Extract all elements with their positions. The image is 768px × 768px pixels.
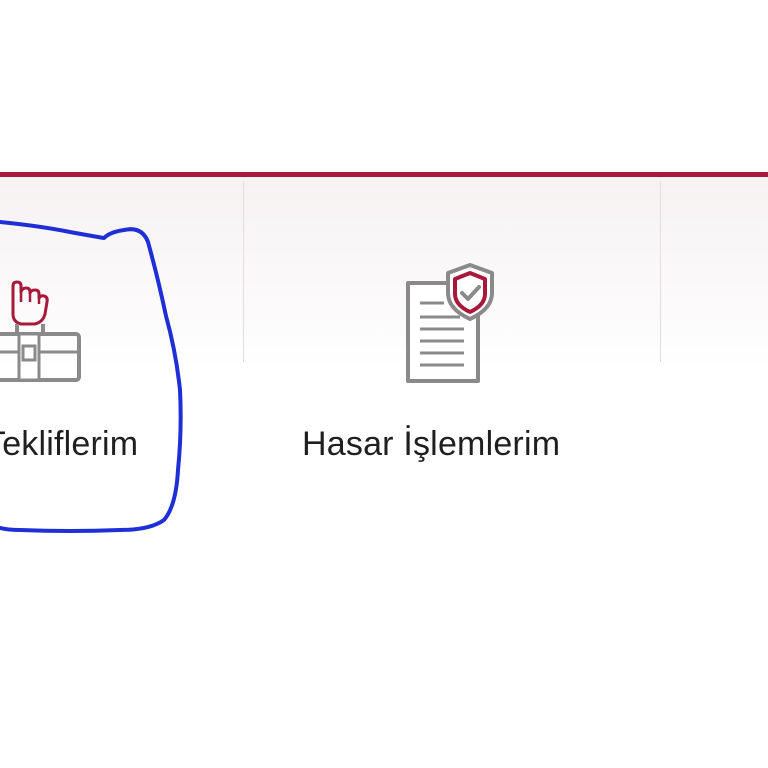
briefcase-hand-icon — [0, 280, 81, 382]
menu-card-offers[interactable]: Tekliflerim — [0, 177, 243, 547]
menu-card-offers-label: Tekliflerim — [0, 425, 139, 463]
menu-card-claims[interactable]: Hasar İşlemlerim — [244, 177, 660, 547]
menu-card-claims-label: Hasar İşlemlerim — [302, 425, 561, 463]
document-shield-icon — [406, 263, 494, 383]
menu-card-next[interactable] — [661, 177, 768, 547]
page: Tekliflerim Hasar İşlemlerim — [0, 0, 768, 768]
quick-actions-menu: Tekliflerim Hasar İşlemlerim — [0, 172, 768, 463]
